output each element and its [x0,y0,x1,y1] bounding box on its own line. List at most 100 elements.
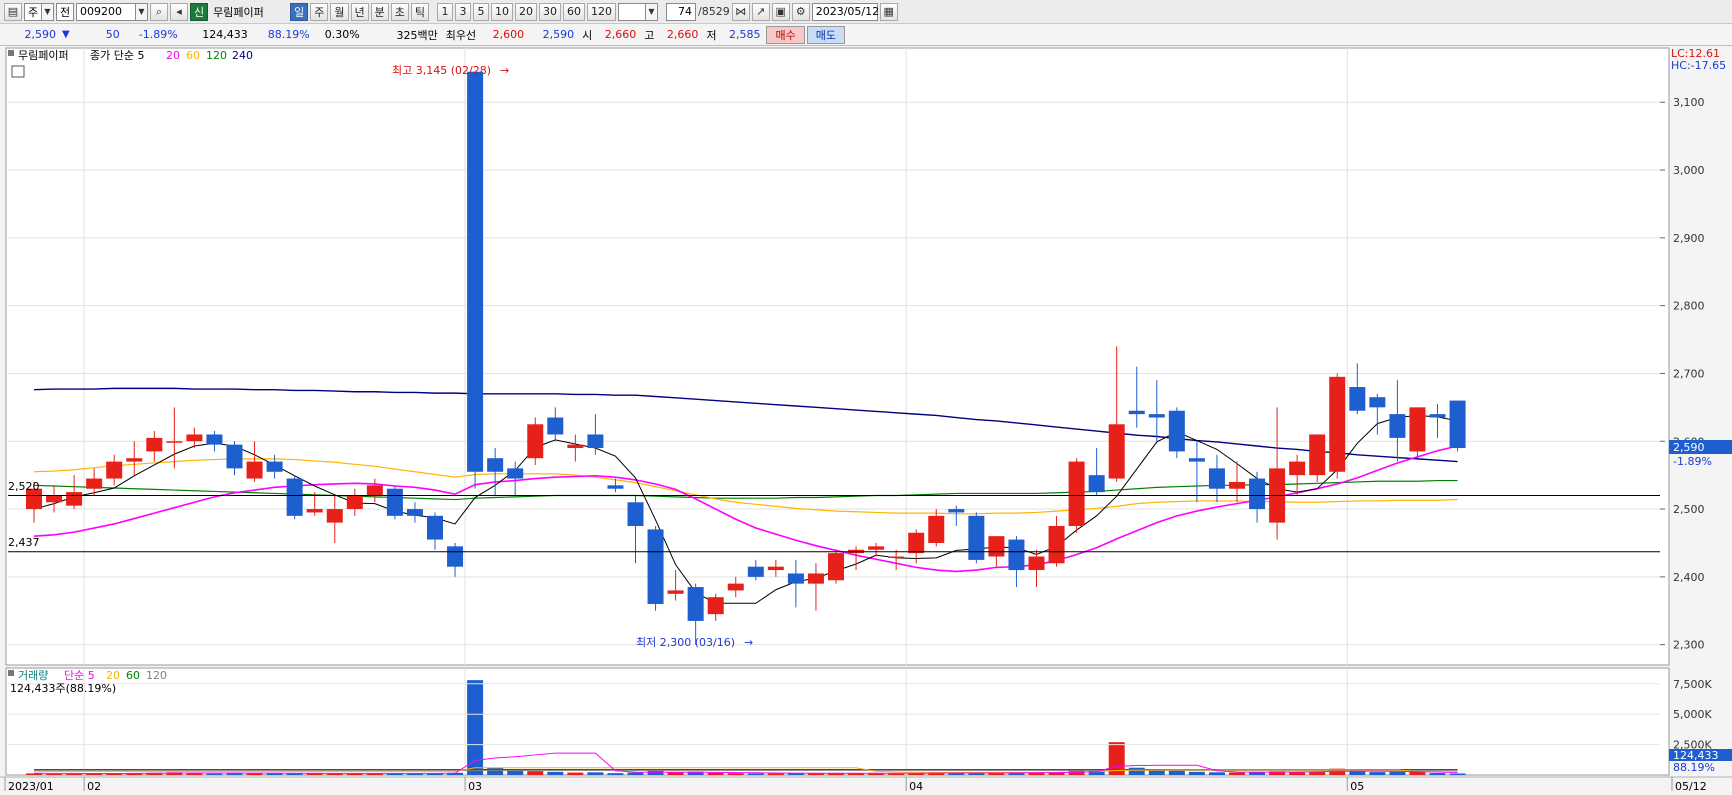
interval-10[interactable]: 10 [491,2,513,21]
price-panel-stock-tag: 무림페이퍼 [18,49,69,62]
best-quote-label: 최우선 [445,28,477,42]
custom-interval-input[interactable] [618,2,646,21]
volume-ma-title: 단순 5 [64,669,95,682]
volume-bar [647,770,664,775]
chevron-down-icon[interactable]: ▼ [136,2,148,21]
candle-body [1349,387,1366,411]
candle-body [1249,478,1266,510]
x-axis-label: 02 [87,780,101,793]
candle-body [66,492,83,506]
gear-icon[interactable]: ⚙ [791,2,810,21]
hline-label-1: 2,520 [8,480,40,493]
interval-60[interactable]: 60 [563,2,585,21]
low-annotation-arrow: → [744,636,753,649]
volume-ratio: 88.19% [267,28,310,41]
candle-body [607,485,624,489]
volume-bar [1168,770,1185,775]
candle-body [1229,481,1245,489]
table-view-icon[interactable] [11,65,25,78]
credit-badge: 신 [190,2,209,21]
date-input[interactable]: 2023/05/12 [811,2,879,21]
interval-1[interactable]: 1 [437,2,453,21]
candle-body [467,71,484,472]
volume-bar [186,773,203,775]
stock-chart[interactable]: 3,1003,0002,9002,8002,7002,6002,5002,400… [0,46,1732,795]
display-count-input[interactable]: 74 [666,2,696,21]
market-sub-select[interactable]: 전 [56,2,74,21]
volume-y-tick-label: 7,500K [1673,678,1712,691]
candle-body [627,502,644,527]
period-second[interactable]: 초 [390,2,409,21]
interval-3[interactable]: 3 [455,2,471,21]
y-tick-label: 2,400 [1673,571,1705,584]
period-tick[interactable]: 틱 [410,2,429,21]
candle-body [386,488,403,516]
candle-body [86,478,103,489]
candle-body [968,515,985,560]
current-price-tag-pct: -1.89% [1673,455,1712,468]
market-type-select[interactable]: 주 [24,2,42,21]
calendar-icon[interactable]: ▦ [879,2,898,21]
high-annotation-arrow: → [500,64,509,77]
chart-menu-icon[interactable]: ▤ [4,2,22,21]
volume-bar [1229,772,1245,775]
candle-body [126,458,143,462]
volume-bar [206,773,223,775]
candle-body [1409,407,1426,452]
candle-body [767,566,784,571]
interval-5[interactable]: 5 [473,2,489,21]
period-day[interactable]: 일 [290,2,309,21]
buy-button[interactable]: 매수 [766,25,805,44]
chevron-down-icon[interactable]: ▼ [646,2,658,21]
interval-120[interactable]: 120 [587,2,616,21]
interval-30[interactable]: 30 [539,2,561,21]
candle-body [406,509,423,516]
volume-title: 거래량 [18,669,48,682]
volume-bar [888,773,905,775]
line-tool-icon[interactable]: ↗ [751,2,770,21]
period-year[interactable]: 년 [350,2,369,21]
period-minute[interactable]: 분 [370,2,389,21]
x-axis-label: 03 [468,780,482,793]
candle-body [1309,434,1326,476]
search-icon[interactable]: ⌕ [150,2,168,21]
toolbar: ▤ 주 ▼ 전 009200 ▼ ⌕ ◂ 신 무림페이퍼 일 주 월 년 분 초… [0,0,1732,24]
price-ma-title: 종가 단순 5 [90,49,144,62]
sell-button[interactable]: 매도 [806,25,845,44]
candle-body [146,437,163,452]
chevron-down-icon[interactable]: ▼ [42,2,54,21]
period-month[interactable]: 월 [330,2,349,21]
volume-bar [767,773,784,775]
volume-bar [607,773,624,775]
stock-name-field[interactable]: 무림페이퍼 [210,3,288,21]
volume-bar [667,772,684,775]
chart-type-icon[interactable]: ⋈ [731,2,750,21]
candle-body [507,468,524,479]
speaker-icon[interactable]: ◂ [170,2,188,21]
period-week[interactable]: 주 [310,2,329,21]
candle-body [587,434,604,449]
candle-body [527,424,544,459]
candle-body [447,546,464,567]
candle-body [687,587,704,621]
stock-code-input[interactable]: 009200 [76,2,136,21]
volume-bar [587,772,604,775]
save-icon[interactable]: ▣ [771,2,790,21]
candle-body [427,515,443,540]
candle-body [988,536,1005,557]
candle-body [106,461,123,479]
candle-body [948,509,965,513]
volume-bar [707,772,724,775]
interval-20[interactable]: 20 [515,2,537,21]
volume-value: 124,433 [202,28,248,41]
candle-body [46,495,63,503]
volume-ma-120: 120 [146,669,167,682]
candle-body [667,590,684,594]
volume-bar [1208,772,1225,775]
candle-body [1429,414,1446,418]
candle-body [186,434,203,442]
candle-body [487,458,504,472]
high-label: 고 [644,28,655,42]
candle-body [1188,458,1205,462]
candle-body [868,546,885,550]
